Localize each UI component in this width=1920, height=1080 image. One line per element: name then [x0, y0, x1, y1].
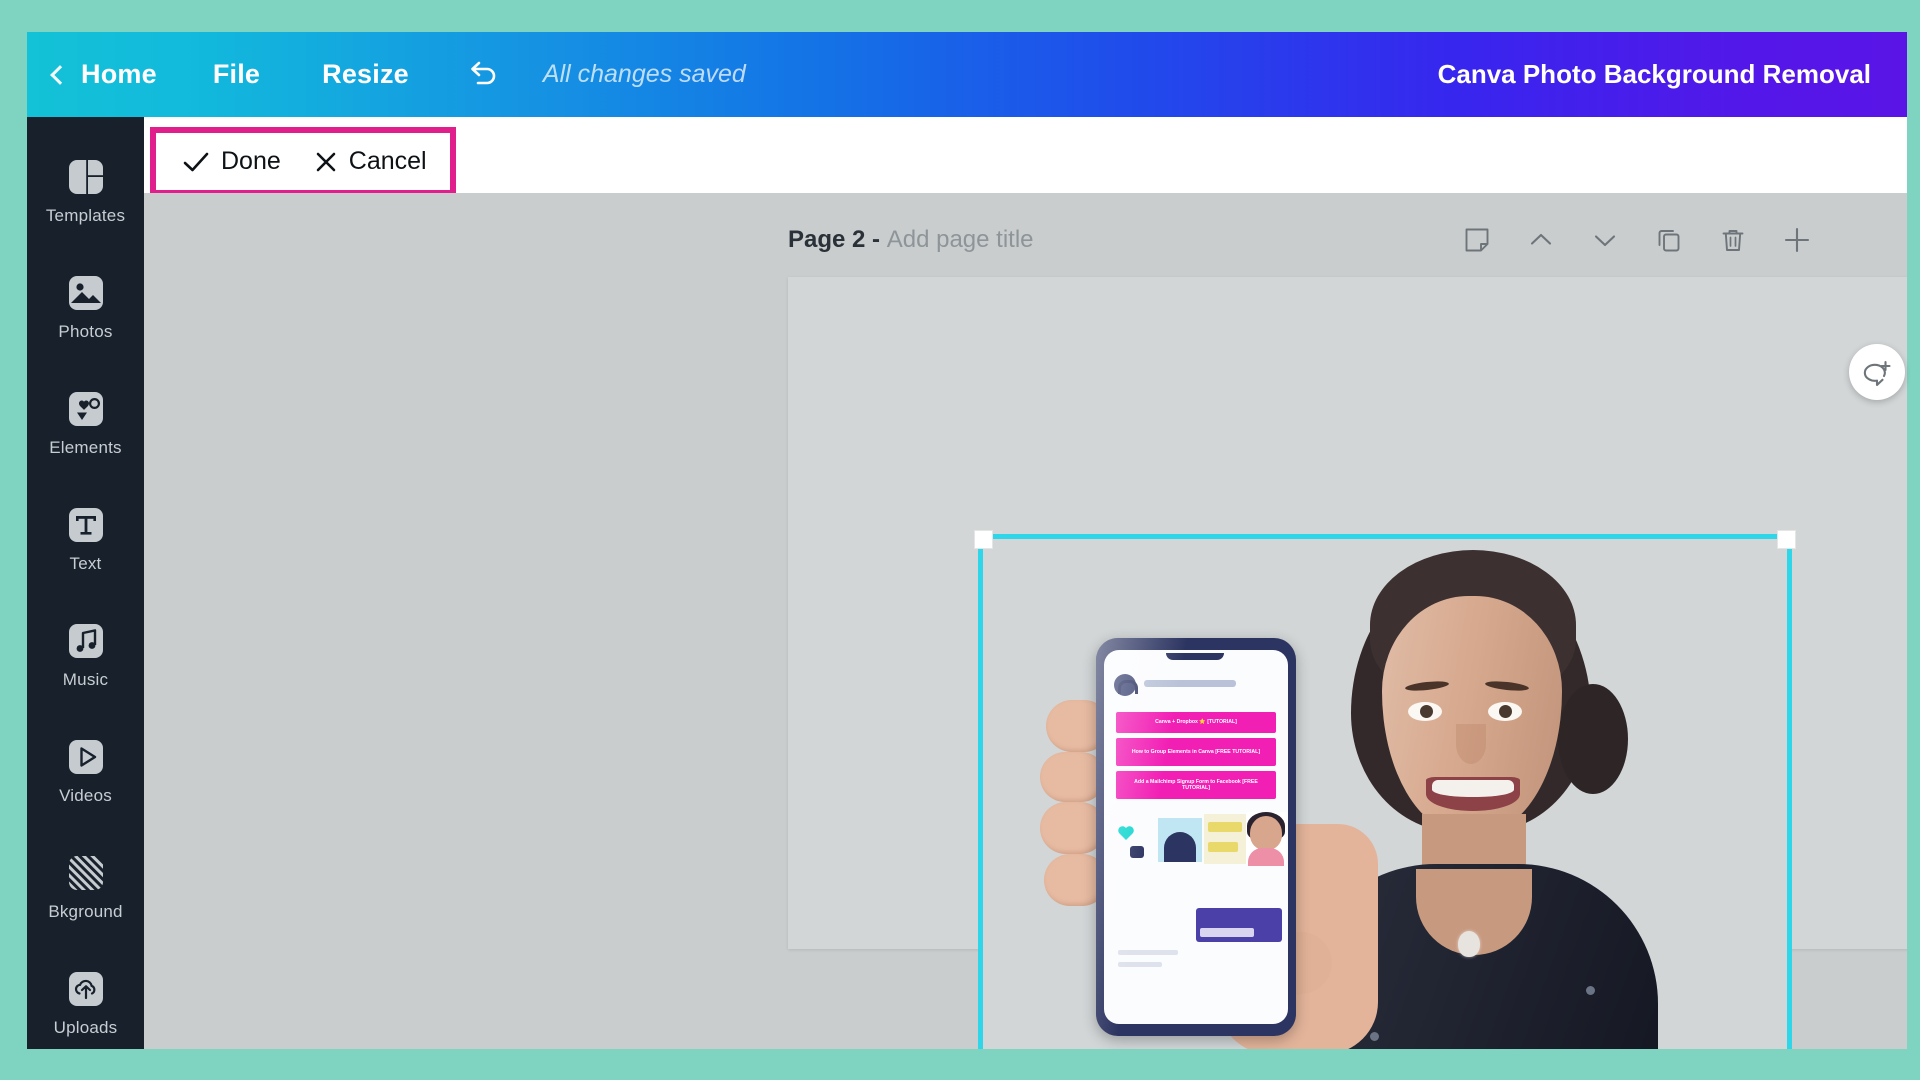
selection-border-right [1787, 534, 1792, 1049]
page-title-placeholder: Add page title [887, 226, 1034, 253]
hair-side [1558, 684, 1628, 794]
necklace-pendant [1458, 931, 1480, 957]
shapes-icon [66, 389, 106, 429]
photo-mountain-icon [66, 273, 106, 313]
resize-handle-top-left[interactable] [974, 530, 993, 549]
music-note-icon [66, 621, 106, 661]
page-number-label: Page 2 - [788, 226, 887, 253]
page-title[interactable]: Page 2 - Add page title [788, 226, 1034, 254]
sidebar-label: Text [70, 554, 102, 574]
document-title: Canva Photo Background Removal [1438, 59, 1871, 90]
chevron-left-icon [50, 65, 70, 85]
resize-button[interactable]: Resize [322, 59, 409, 90]
teeth [1432, 780, 1514, 797]
diagonal-stripes-icon [66, 853, 106, 893]
cloud-upload-icon [66, 969, 106, 1009]
check-icon [183, 151, 209, 173]
channel-name-placeholder [1144, 680, 1236, 687]
selection-border-left [978, 534, 983, 1049]
phone-list-item: Canva + Dropbox ⭐ [TUTORIAL] [1116, 712, 1276, 733]
sidebar-item-videos[interactable]: Videos [27, 713, 144, 829]
mouth [1426, 777, 1520, 811]
editor-workspace: Page 2 - Add page title [144, 193, 1907, 1049]
sidebar-label: Videos [59, 786, 112, 806]
thumbnail-person-shirt [1248, 848, 1284, 866]
cancel-label: Cancel [349, 147, 427, 176]
copy-icon[interactable] [1654, 225, 1684, 255]
thumbnail-person-face [1250, 816, 1282, 850]
home-label: Home [81, 59, 157, 90]
photo-content: Canva + Dropbox ⭐ [TUTORIAL] How to Grou… [978, 534, 1792, 1049]
save-status-text: All changes saved [543, 60, 746, 89]
sidebar-item-templates[interactable]: Templates [27, 133, 144, 249]
sidebar-item-uploads[interactable]: Uploads [27, 945, 144, 1049]
resize-handle-top-right[interactable] [1777, 530, 1796, 549]
selection-border-top [978, 534, 1792, 539]
text-line [1118, 962, 1162, 967]
phone-list-item: How to Group Elements in Canva [FREE TUT… [1116, 738, 1276, 766]
pupil-right [1499, 705, 1512, 718]
nose [1456, 724, 1486, 764]
thumbnail-caption [1208, 842, 1238, 852]
left-sidebar: Templates Photos Elements [27, 117, 144, 1049]
sidebar-item-bkground[interactable]: Bkground [27, 829, 144, 945]
app-frame: Home File Resize All changes saved Canva… [0, 0, 1920, 1080]
chevron-down-icon[interactable] [1590, 225, 1620, 255]
text-t-icon [66, 505, 106, 545]
sidebar-label: Photos [58, 322, 112, 342]
resize-label: Resize [322, 59, 409, 90]
templates-grid-icon [66, 157, 106, 197]
text-line [1118, 950, 1178, 955]
garment-detail [1370, 1032, 1379, 1041]
file-menu-button[interactable]: File [213, 59, 260, 90]
page-tools [1462, 225, 1848, 255]
sidebar-label: Music [63, 670, 108, 690]
photo-subject: Canva + Dropbox ⭐ [TUTORIAL] How to Grou… [978, 534, 1792, 1049]
play-triangle-icon [66, 737, 106, 777]
sidebar-item-music[interactable]: Music [27, 597, 144, 713]
x-icon [315, 151, 337, 173]
done-button[interactable]: Done [183, 147, 281, 176]
sidebar-item-photos[interactable]: Photos [27, 249, 144, 365]
thumbnail [1158, 818, 1202, 862]
thumbnail-caption [1208, 822, 1242, 832]
avatar [1114, 674, 1136, 696]
phone-list-item: Add a Mailchimp Signup Form to Facebook … [1116, 771, 1276, 799]
plus-icon[interactable] [1782, 225, 1812, 255]
sidebar-label: Bkground [48, 902, 122, 922]
sidebar-label: Elements [49, 438, 121, 458]
garment-detail [1586, 986, 1595, 995]
add-comment-icon[interactable] [1849, 344, 1905, 400]
phone-notch [1166, 653, 1224, 660]
done-label: Done [221, 147, 281, 176]
sidebar-label: Templates [46, 206, 125, 226]
phone-screen: Canva + Dropbox ⭐ [TUTORIAL] How to Grou… [1104, 650, 1288, 1024]
pupil-left [1420, 705, 1433, 718]
undo-button[interactable] [465, 60, 499, 90]
chevron-up-icon[interactable] [1526, 225, 1556, 255]
sticky-note-icon[interactable] [1462, 225, 1492, 255]
thumbnail-caption [1200, 928, 1254, 937]
selected-image-element[interactable]: Canva + Dropbox ⭐ [TUTORIAL] How to Grou… [978, 534, 1792, 1049]
file-label: File [213, 59, 260, 90]
page-header-row: Page 2 - Add page title [788, 218, 1848, 262]
sidebar-label: Uploads [54, 1018, 118, 1038]
top-header-bar: Home File Resize All changes saved Canva… [27, 32, 1907, 117]
cancel-button[interactable]: Cancel [315, 147, 427, 176]
heart-icon [1130, 846, 1144, 858]
done-cancel-highlight-box: Done Cancel [150, 127, 456, 196]
trash-icon[interactable] [1718, 225, 1748, 255]
heart-icon [1118, 826, 1134, 840]
sidebar-item-elements[interactable]: Elements [27, 365, 144, 481]
undo-arrow-icon [465, 60, 499, 90]
home-button[interactable]: Home [53, 59, 157, 90]
sidebar-item-text[interactable]: Text [27, 481, 144, 597]
